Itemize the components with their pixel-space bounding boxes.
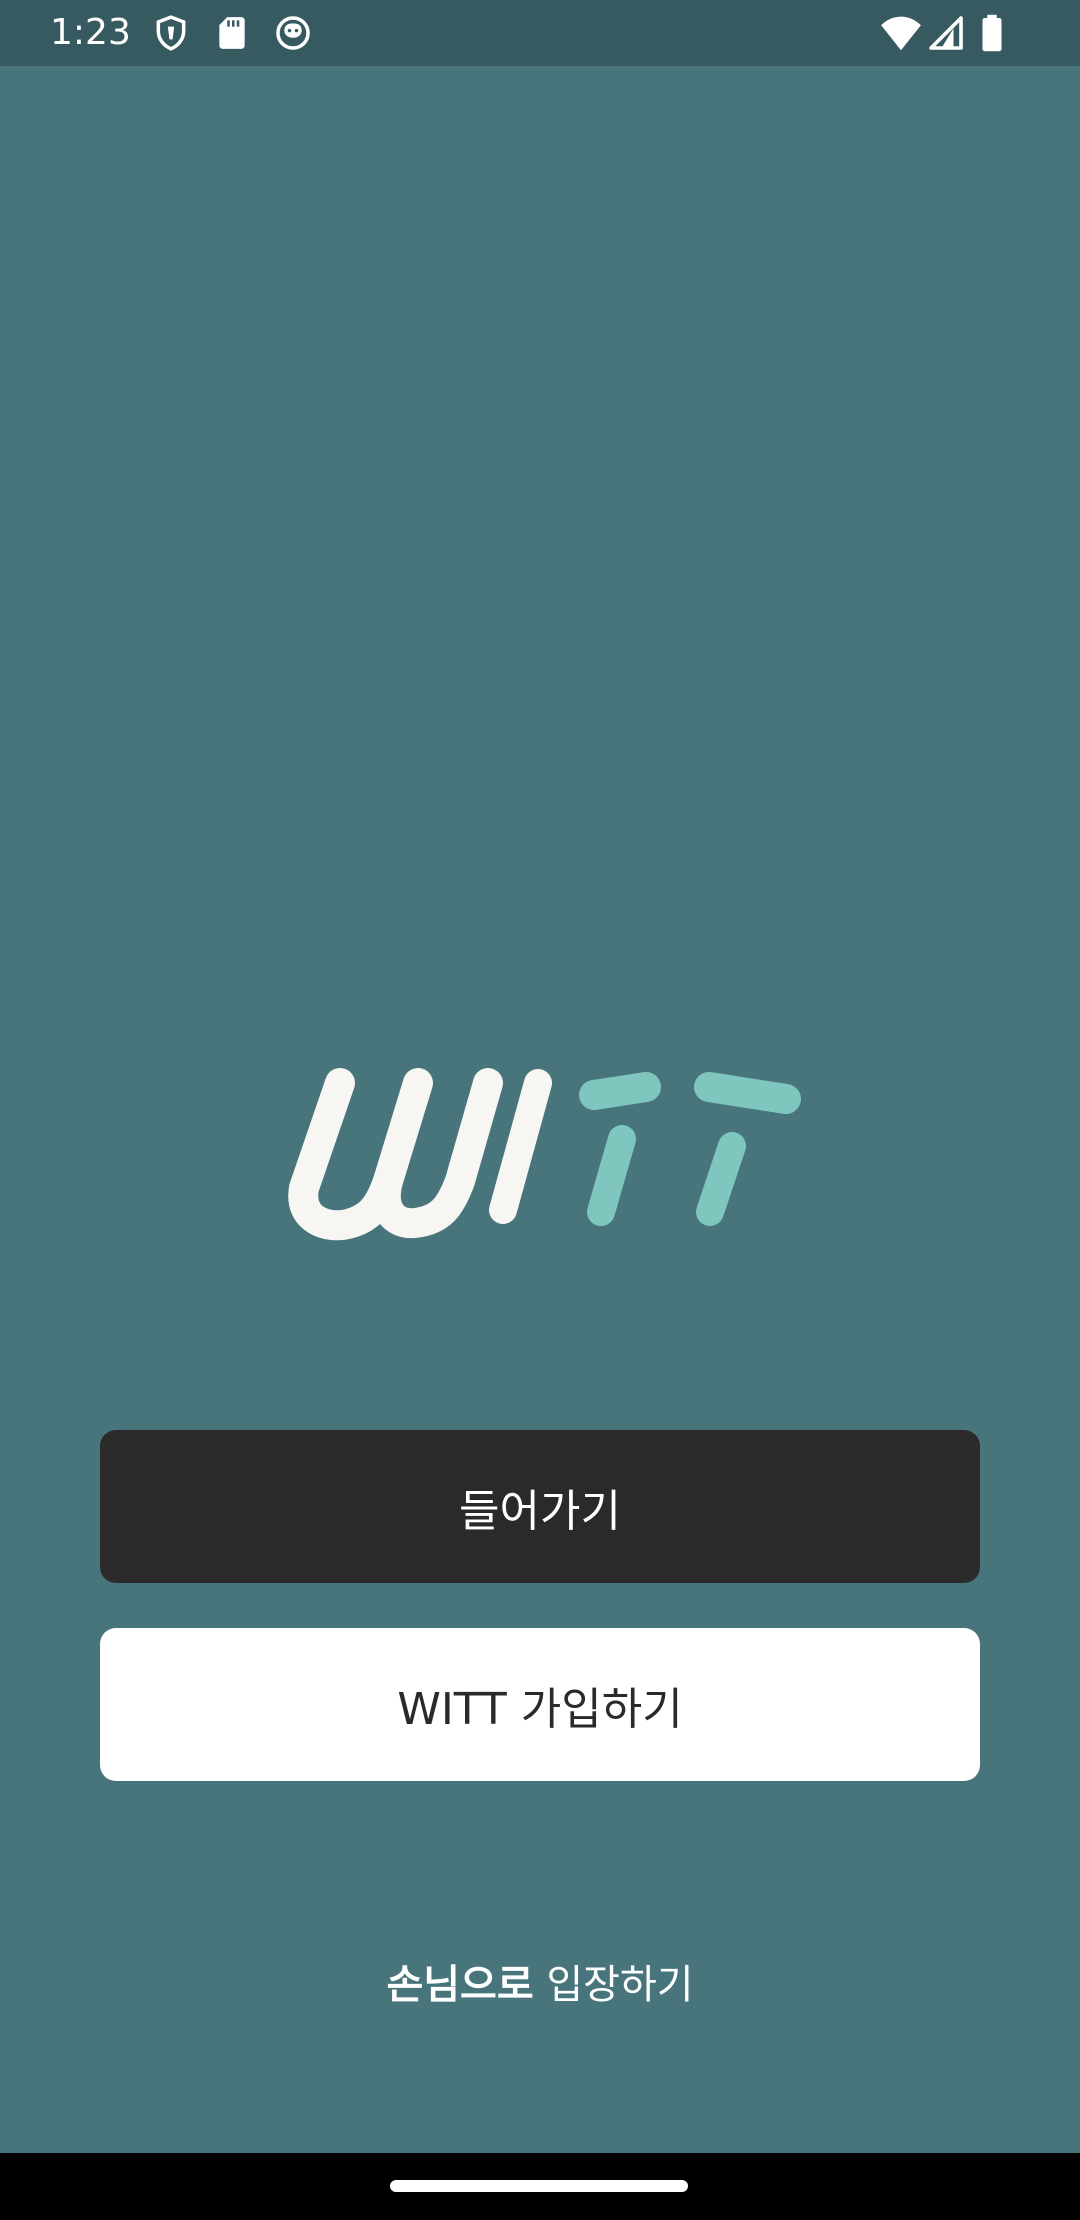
shield-icon: [152, 14, 190, 52]
guest-entry-rest: 입장하기: [533, 1962, 694, 2008]
status-time: 1:23: [50, 12, 131, 53]
home-indicator[interactable]: [390, 2180, 688, 2192]
signup-button[interactable]: WITT 가입하기: [100, 1628, 980, 1781]
witt-logo: [270, 1060, 810, 1250]
cat-face-icon: [274, 14, 312, 52]
cell-signal-icon: [928, 15, 964, 51]
navigation-bar: [0, 2153, 1080, 2220]
battery-icon: [980, 14, 1004, 52]
signup-button-label: WITT 가입하기: [397, 1683, 683, 1735]
guest-entry-link[interactable]: 손님으로 입장하기: [0, 1955, 1080, 2015]
status-bar: 1:23: [0, 0, 1080, 66]
wifi-icon: [880, 14, 922, 52]
login-button[interactable]: 들어가기: [100, 1430, 980, 1583]
login-button-label: 들어가기: [459, 1485, 621, 1537]
sd-card-icon: [213, 14, 251, 52]
guest-entry-strong: 손님으로: [386, 1962, 534, 2008]
